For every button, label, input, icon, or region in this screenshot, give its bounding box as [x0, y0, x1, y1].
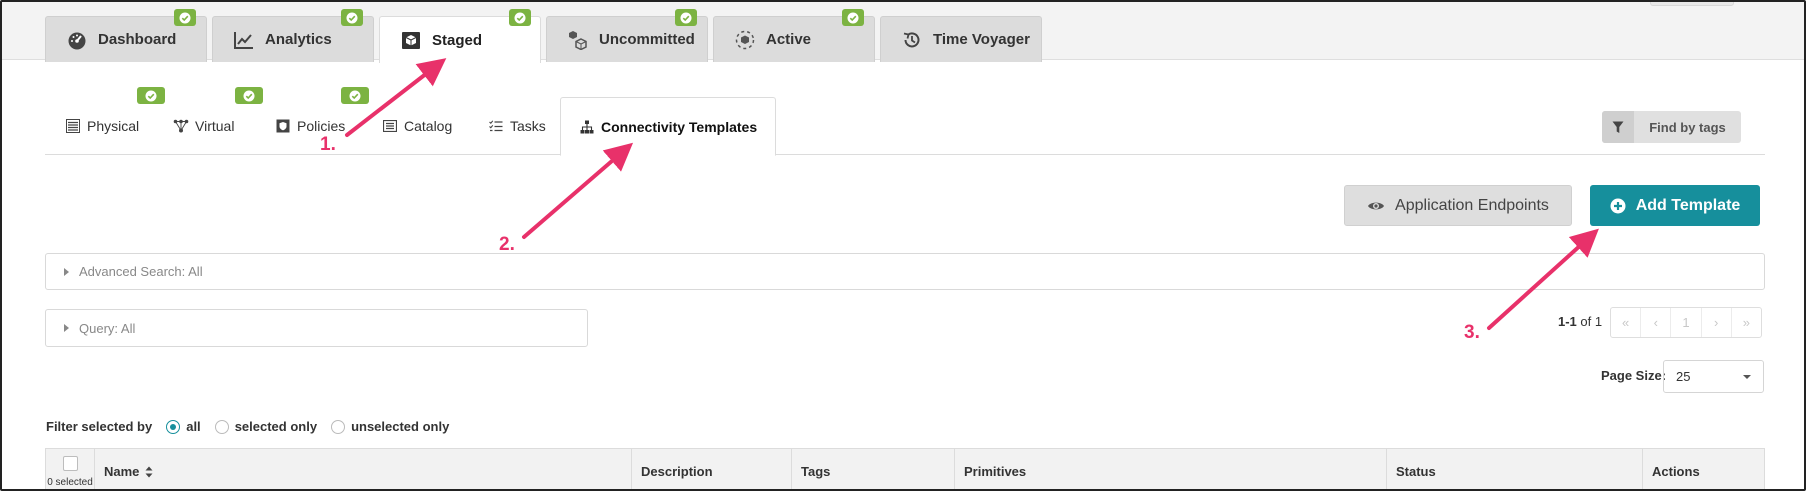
annotation-arrow-3: [1487, 228, 1599, 330]
annotation-label-3: 3.: [1464, 322, 1480, 343]
app-window: Dashboard Analytics Staged Uncommitted A…: [0, 0, 1806, 491]
annotation-arrow-1: [345, 58, 447, 137]
annotation-arrows: [345, 58, 1599, 330]
annotation-label-2: 2.: [499, 234, 515, 255]
annotation-label-1: 1.: [320, 134, 336, 155]
annotation-arrow-2: [522, 142, 634, 239]
